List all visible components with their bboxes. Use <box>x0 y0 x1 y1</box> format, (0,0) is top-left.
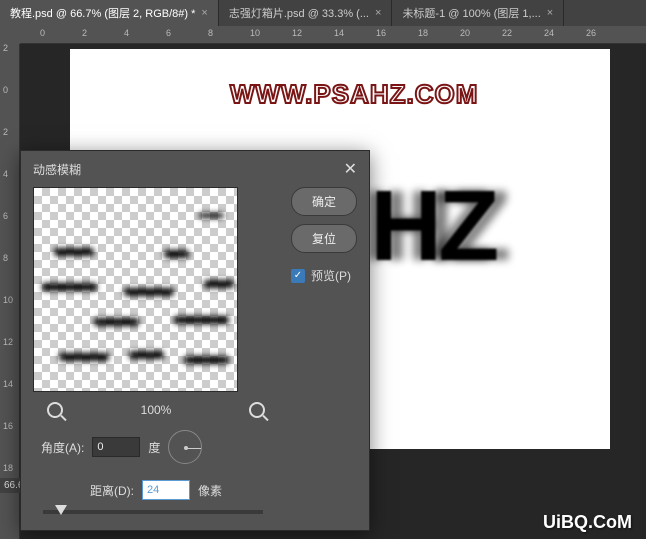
dialog-titlebar[interactable]: 动感模糊 ✕ <box>21 151 369 187</box>
zoom-in-icon[interactable] <box>249 402 265 418</box>
preview-label: 预览(P) <box>311 267 351 284</box>
distance-unit: 像素 <box>198 482 222 499</box>
ruler-vertical: 2 0 2 4 6 8 10 12 14 16 18 <box>0 44 20 539</box>
slider-thumb[interactable] <box>55 505 67 515</box>
tab-0[interactable]: 教程.psd @ 66.7% (图层 2, RGB/8#) * × <box>0 0 219 26</box>
tab-2[interactable]: 未标题-1 @ 100% (图层 1,... × <box>392 0 564 26</box>
distance-slider[interactable] <box>43 510 263 514</box>
angle-dial[interactable] <box>168 430 202 464</box>
motion-blur-dialog: 动感模糊 ✕ 100% 角度(A) <box>20 150 370 531</box>
preview-zoom: 100% <box>141 403 172 417</box>
angle-input[interactable] <box>92 437 140 457</box>
distance-label: 距离(D): <box>90 482 134 499</box>
angle-label: 角度(A): <box>41 439 84 456</box>
ruler-horizontal: 0 2 4 6 8 10 12 14 16 18 20 22 24 26 <box>20 26 646 44</box>
brand-watermark: UiBQ.CoM <box>543 512 632 533</box>
tab-label: 教程.psd @ 66.7% (图层 2, RGB/8#) * <box>10 5 195 21</box>
tab-label: 志强灯箱片.psd @ 33.3% (... <box>229 5 369 21</box>
zoom-out-icon[interactable] <box>47 402 63 418</box>
tab-label: 未标题-1 @ 100% (图层 1,... <box>402 5 540 21</box>
distance-input[interactable] <box>142 480 190 500</box>
close-icon[interactable]: × <box>201 7 207 19</box>
document-tabs: 教程.psd @ 66.7% (图层 2, RGB/8#) * × 志强灯箱片.… <box>0 0 646 26</box>
close-icon[interactable]: ✕ <box>344 159 357 179</box>
motion-blur-text: HZ <box>370 169 495 284</box>
watermark: WWW.PSAHZ.COM <box>230 79 478 110</box>
ok-button[interactable]: 确定 <box>291 187 357 216</box>
effect-preview[interactable] <box>33 187 238 392</box>
close-icon[interactable]: × <box>547 7 553 19</box>
tab-1[interactable]: 志强灯箱片.psd @ 33.3% (... × <box>219 0 393 26</box>
dialog-title: 动感模糊 <box>33 161 81 178</box>
reset-button[interactable]: 复位 <box>291 224 357 253</box>
preview-checkbox[interactable]: ✓ <box>291 269 305 283</box>
close-icon[interactable]: × <box>375 7 381 19</box>
angle-unit: 度 <box>148 439 160 456</box>
